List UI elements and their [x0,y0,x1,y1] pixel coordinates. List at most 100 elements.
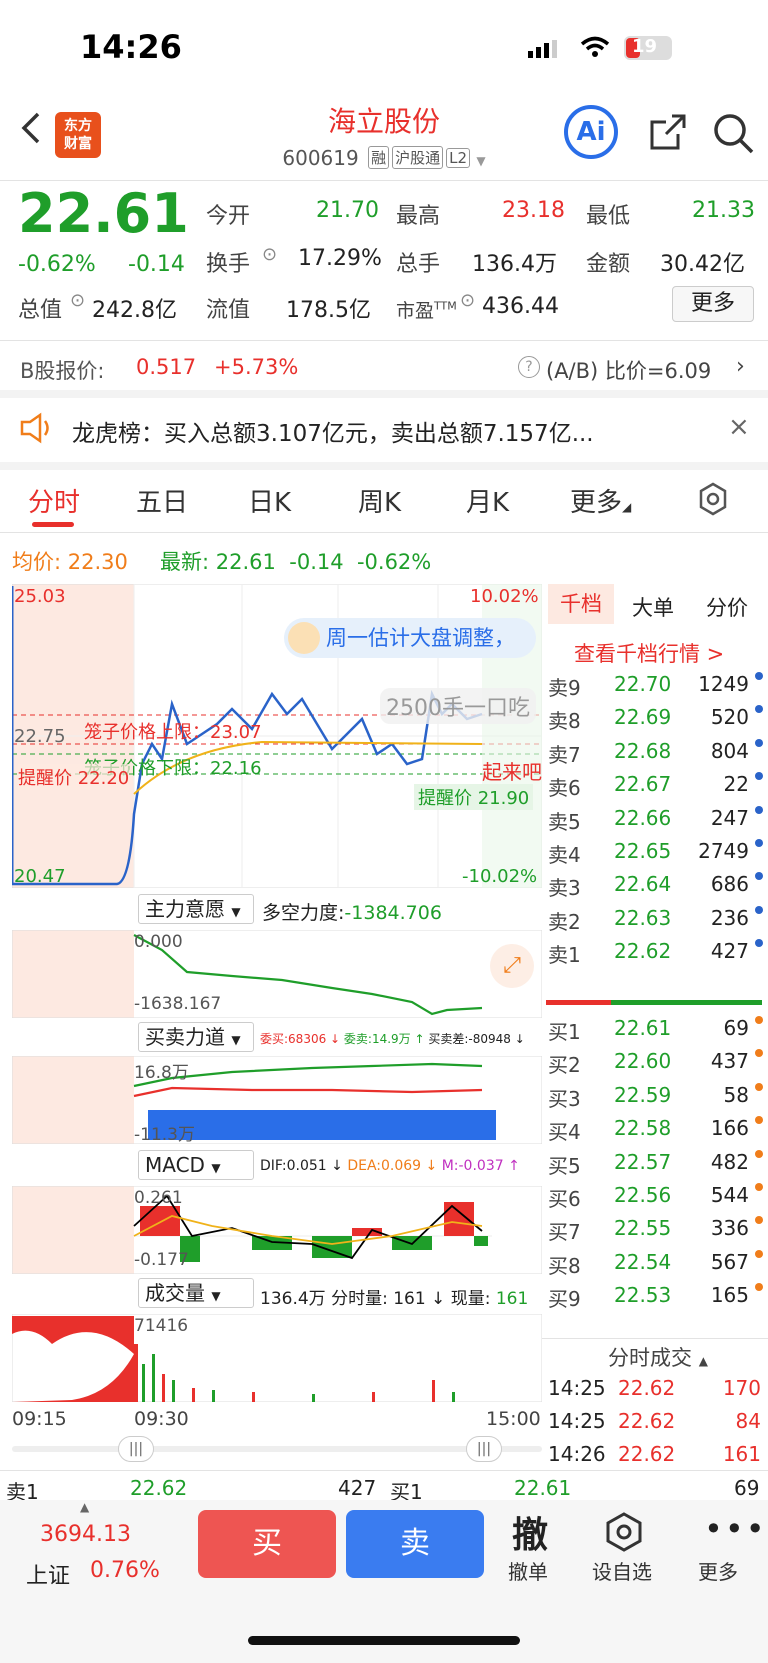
trade-time: 14:25 [548,1409,606,1433]
asks-row[interactable]: 卖7 22.68 804 [548,735,763,769]
bid1-price: 22.61 [514,1476,572,1500]
orderbook-tab-big[interactable]: 大单 [632,592,674,622]
asks-price: 22.62 [614,939,672,964]
expand-icon[interactable]: ⤢ [490,944,534,988]
volume-select[interactable]: 成交量 ▼ [138,1278,254,1308]
asks-row[interactable]: 卖2 22.63 236 [548,902,763,936]
info-icon[interactable]: ⊙ [460,290,475,311]
asks-level: 卖8 [548,709,581,734]
turnover-label: 换手 [206,252,251,277]
float-value: 178.5亿 [286,298,371,323]
tab-more[interactable]: 更多◢ [570,482,631,519]
volume-value: 136.4万 [472,252,557,277]
help-icon[interactable]: ? [518,356,540,378]
bids-row[interactable]: 买2 22.60 437 [548,1045,763,1079]
asks-row[interactable]: 卖5 22.66 247 [548,802,763,836]
bids-row[interactable]: 买3 22.59 58 [548,1079,763,1113]
cancel-label[interactable]: 撤单 [508,1556,548,1585]
bids-level: 买5 [548,1153,581,1178]
asks-level: 卖5 [548,809,581,834]
tag-connect: 沪股通 [392,146,444,169]
open-label: 今开 [206,204,251,229]
more-label[interactable]: 更多 [698,1556,738,1585]
buysell-select[interactable]: 买卖力道 ▼ [138,1022,254,1052]
range-handle-right[interactable]: ||| [466,1436,502,1462]
dropdown-icon[interactable]: ▼ [476,154,485,168]
tab-five-day[interactable]: 五日 [136,482,188,519]
asks-row[interactable]: 卖6 22.67 22 [548,768,763,802]
bids-price: 22.57 [614,1149,672,1174]
chevron-right-icon[interactable]: › [736,354,745,379]
bids-row[interactable]: 买7 22.55 336 [548,1212,763,1246]
info-icon[interactable]: ⊙ [70,290,85,311]
bids-row[interactable]: 买6 22.56 544 [548,1179,763,1213]
bids-row[interactable]: 买5 22.57 482 [548,1146,763,1180]
asks-row[interactable]: 卖4 22.65 2749 [548,835,763,869]
current-price: 22.61 [18,182,189,245]
asks-price: 22.63 [614,905,672,930]
bids-price: 22.58 [614,1116,672,1141]
trades-title[interactable]: 分时成交 ▲ [608,1342,708,1372]
orderbook-tab-price[interactable]: 分价 [706,592,748,622]
macd-select[interactable]: MACD ▼ [138,1150,254,1180]
watchlist-icon[interactable] [604,1512,644,1556]
more-button[interactable]: 更多 [672,286,754,322]
tab-underline [32,522,74,527]
close-icon[interactable]: × [728,412,750,442]
search-icon[interactable] [712,112,756,160]
bids-row[interactable]: 买9 22.53 165 [548,1279,763,1313]
bids-row[interactable]: 买1 22.61 69 [548,1012,763,1046]
volume-tip: 2500手一口吃 [380,688,536,724]
tab-monthly-k[interactable]: 月K [466,482,509,519]
range-slider-track[interactable] [12,1446,542,1452]
asks-row[interactable]: 卖8 22.69 520 [548,701,763,735]
y-axis-low: 20.47 [14,866,66,887]
watchlist-label[interactable]: 设自选 [592,1556,652,1585]
bids-row[interactable]: 买4 22.58 166 [548,1112,763,1146]
gear-icon[interactable] [696,482,730,520]
asks-row[interactable]: 卖1 22.62 427 [548,935,763,969]
index-name[interactable]: 上证 [26,1558,70,1590]
range-handle-left[interactable]: ||| [118,1436,154,1462]
info-icon[interactable]: ⊙ [262,244,277,265]
bids-row[interactable]: 买8 22.54 567 [548,1246,763,1280]
bids-volume: 166 [710,1116,749,1141]
asks-volume: 22 [723,772,749,797]
cancel-icon[interactable]: 撤 [512,1506,548,1558]
battery-icon: 19 [624,36,672,60]
bids-price: 22.59 [614,1082,672,1107]
more-dots-icon[interactable]: ••• [704,1510,767,1548]
buy-button[interactable]: 买 [198,1510,336,1578]
main-force-bottom: -1638.167 [134,994,222,1014]
main-force-select[interactable]: 主力意愿 ▼ [138,894,254,924]
ai-button[interactable]: Ai [564,105,618,159]
macd-chart [12,1186,542,1274]
bids-price: 22.60 [614,1049,672,1074]
asks-volume: 247 [710,805,749,830]
share-icon[interactable] [648,112,688,156]
y-axis-mid: 22.75 [14,726,66,747]
alert-price-left: 提醒价 22.20 [18,764,130,790]
info-bubble[interactable]: 周一估计大盘调整， [284,618,536,658]
tab-intraday[interactable]: 分时 [28,482,80,519]
bids-level: 买7 [548,1220,581,1245]
asks-row[interactable]: 卖9 22.70 1249 [548,668,763,702]
asks-dot [755,839,763,847]
full-depth-link[interactable]: 查看千档行情 > [574,638,724,668]
bids-price: 22.54 [614,1249,672,1274]
asks-row[interactable]: 卖3 22.64 686 [548,868,763,902]
asks-volume: 804 [710,738,749,763]
bids-dot [755,1216,763,1225]
sell-button[interactable]: 卖 [346,1510,484,1578]
trade-volume: 161 [722,1442,761,1466]
notice-text[interactable]: 龙虎榜：买入总额3.107亿元，卖出总额7.157亿... [72,414,594,448]
index-value[interactable]: 3694.13 [40,1522,131,1547]
tab-daily-k[interactable]: 日K [248,482,291,519]
index-pct[interactable]: 0.76% [90,1558,160,1583]
orderbook-tab-full[interactable]: 千档 [548,584,614,624]
buysell-chart [12,1056,542,1144]
trade-price: 22.62 [618,1442,676,1466]
main-force-chart [12,930,542,1018]
asks-price: 22.70 [614,672,672,696]
tab-weekly-k[interactable]: 周K [358,482,401,519]
